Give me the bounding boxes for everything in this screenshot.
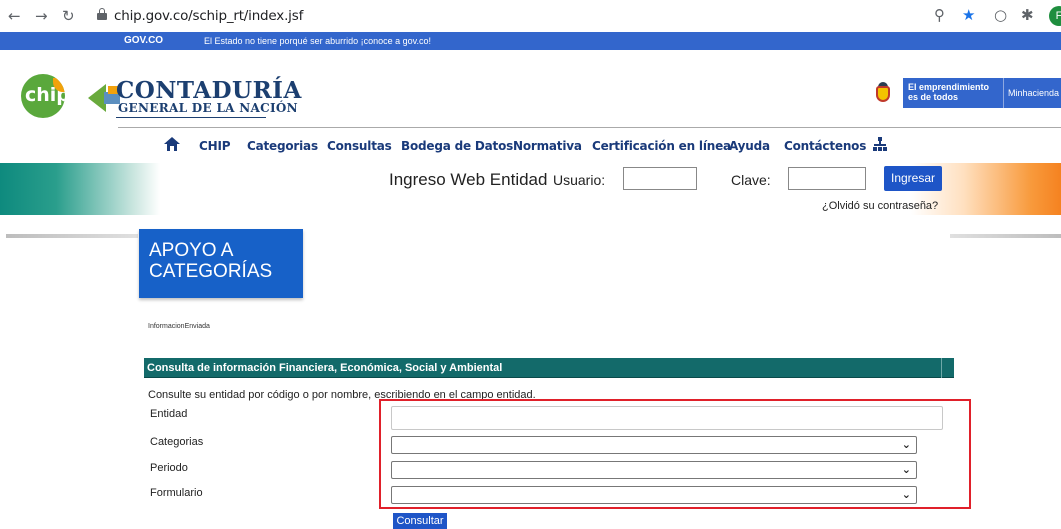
login-title: Ingreso Web Entidad <box>389 170 548 189</box>
colombia-shield-icon <box>872 82 894 106</box>
org-title: CONTADURÍA <box>116 77 302 104</box>
divider-right <box>950 234 1061 238</box>
nav-item-ayuda[interactable]: Ayuda <box>729 139 770 153</box>
nav-item-bodega-de-datos[interactable]: Bodega de Datos <box>401 139 513 153</box>
govco-logo[interactable]: GOV.CO <box>124 35 163 46</box>
clave-input[interactable] <box>788 167 866 190</box>
govco-message[interactable]: El Estado no tiene porqué ser aburrido ¡… <box>204 36 431 46</box>
forgot-password-link[interactable]: ¿Olvidó su contraseña? <box>822 200 938 212</box>
breadcrumb: InformacionEnviada <box>148 323 210 330</box>
main-nav: CHIP Categorias Consultas Bodega de Dato… <box>0 136 1061 156</box>
bookmark-star-icon[interactable]: ★ <box>962 6 975 24</box>
consultar-button[interactable]: Consultar <box>393 513 447 529</box>
form-section-title: Consulta de información Financiera, Econ… <box>147 362 503 374</box>
clave-label: Clave: <box>731 172 771 188</box>
periodo-label: Periodo <box>150 462 188 474</box>
login-band: Ingreso Web Entidad Usuario: Clave: Ingr… <box>0 163 1061 215</box>
divider-left <box>6 234 138 238</box>
form-section-header: Consulta de información Financiera, Econ… <box>144 358 954 378</box>
chip-logo[interactable]: chip <box>21 74 65 118</box>
usuario-label: Usuario: <box>553 172 606 188</box>
lock-icon <box>97 8 107 20</box>
nav-item-categorias[interactable]: Categorias <box>247 139 318 153</box>
formulario-label: Formulario <box>150 487 203 499</box>
url-text[interactable]: chip.gov.co/schip_rt/index.jsf <box>114 8 303 24</box>
org-subtitle: GENERAL DE LA NACIÓN <box>118 101 298 115</box>
extension-circle-icon[interactable]: ○ <box>994 6 1007 24</box>
nav-item-consultas[interactable]: Consultas <box>327 139 392 153</box>
home-icon[interactable] <box>164 137 180 151</box>
zoom-icon[interactable]: ⚲ <box>934 6 945 24</box>
nav-item-normativa[interactable]: Normativa <box>513 139 582 153</box>
decor-gradient-left <box>0 163 160 215</box>
entidad-label: Entidad <box>150 408 188 420</box>
gov-slogan-box[interactable]: El emprendimiento es de todos Minhacienda <box>903 78 1061 108</box>
ingresar-button[interactable]: Ingresar <box>884 166 942 191</box>
header-divider <box>118 127 1061 128</box>
profile-avatar[interactable]: F <box>1049 6 1061 26</box>
address-bar[interactable]: chip.gov.co/schip_rt/index.jsf <box>92 3 962 29</box>
sitemap-icon[interactable] <box>873 137 887 151</box>
highlight-annotation-box <box>379 399 971 509</box>
extensions-puzzle-icon[interactable]: ✱ <box>1021 6 1034 24</box>
apoyo-categorias-banner: APOYO A CATEGORÍAS <box>139 229 303 298</box>
browser-toolbar: ← → ↻ chip.gov.co/schip_rt/index.jsf ⚲ ★… <box>0 0 1061 32</box>
nav-item-chip[interactable]: CHIP <box>199 139 231 153</box>
govco-bar: GOV.CO El Estado no tiene porqué ser abu… <box>0 32 1061 50</box>
nav-item-certificacion[interactable]: Certificación en línea <box>592 139 731 153</box>
back-arrow-icon[interactable]: ← <box>8 7 21 25</box>
usuario-input[interactable] <box>623 167 697 190</box>
forward-arrow-icon[interactable]: → <box>35 7 48 25</box>
org-underline <box>116 117 266 118</box>
minhacienda-label: Minhacienda <box>1008 88 1060 98</box>
categorias-label: Categorias <box>150 436 204 448</box>
nav-item-contactenos[interactable]: Contáctenos <box>784 139 866 153</box>
reload-icon[interactable]: ↻ <box>62 7 75 25</box>
